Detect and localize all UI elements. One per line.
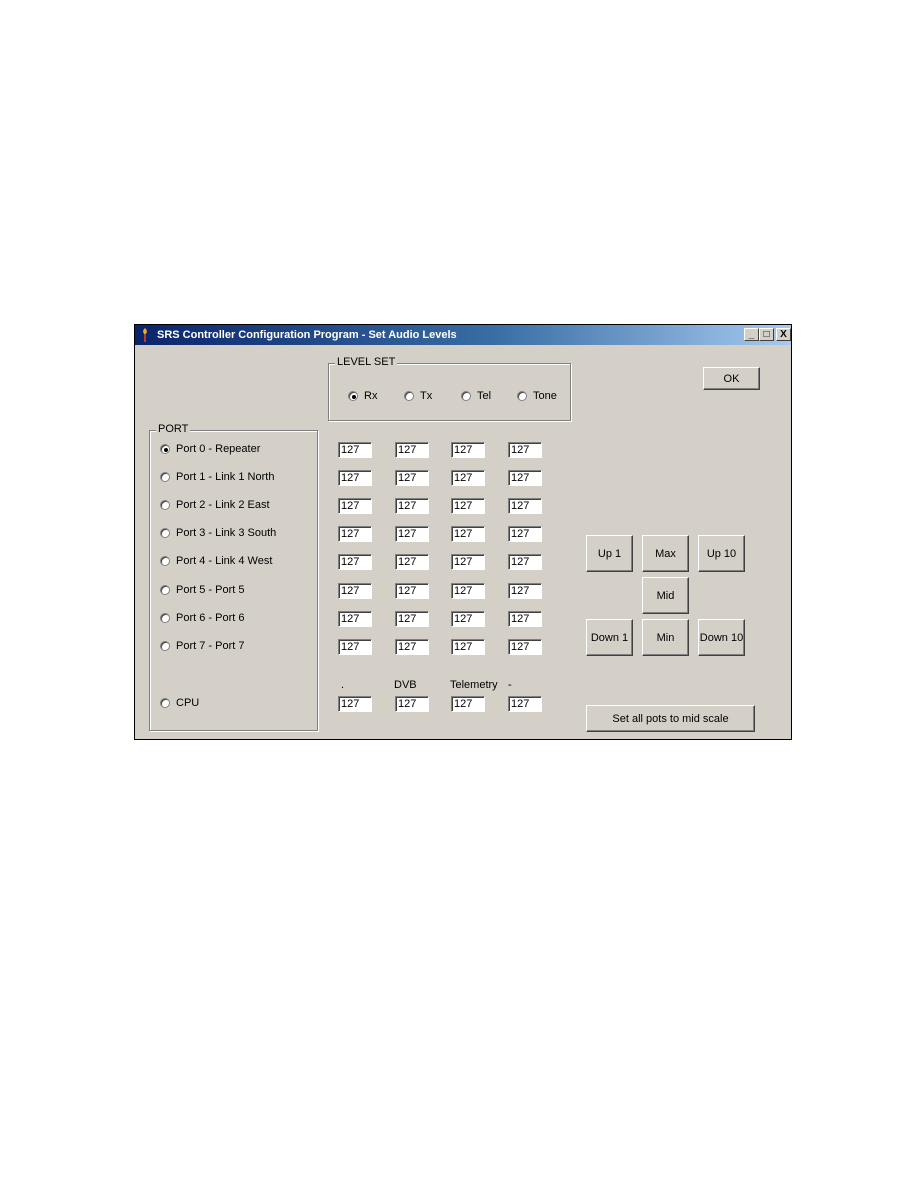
radio-port-label: Port 3 - Link 3 South bbox=[176, 527, 277, 539]
level-field-port6-col2[interactable]: 127 bbox=[451, 611, 485, 627]
level-field-port7-col0[interactable]: 127 bbox=[338, 639, 372, 655]
max-button[interactable]: Max bbox=[642, 535, 689, 572]
radio-circle-icon bbox=[160, 444, 170, 454]
cpu-col-label-dvb: DVB bbox=[394, 679, 417, 691]
radio-port-label: Port 2 - Link 2 East bbox=[176, 499, 270, 511]
cpu-col-label-4: - bbox=[508, 679, 512, 691]
ok-button[interactable]: OK bbox=[703, 367, 760, 390]
radio-port-label: Port 5 - Port 5 bbox=[176, 584, 245, 596]
radio-port-6[interactable]: Port 6 - Port 6 bbox=[160, 612, 244, 624]
window-title: SRS Controller Configuration Program - S… bbox=[157, 329, 457, 341]
level-field-port4-col1[interactable]: 127 bbox=[395, 554, 429, 570]
radio-port-label: Port 1 - Link 1 North bbox=[176, 471, 275, 483]
radio-tone[interactable]: Tone bbox=[517, 390, 557, 402]
radio-circle-icon bbox=[404, 391, 414, 401]
level-field-port2-col2[interactable]: 127 bbox=[451, 498, 485, 514]
level-field-port3-col3[interactable]: 127 bbox=[508, 526, 542, 542]
level-field-port6-col0[interactable]: 127 bbox=[338, 611, 372, 627]
cpu-col-label-1: . bbox=[341, 679, 345, 691]
radio-port-7[interactable]: Port 7 - Port 7 bbox=[160, 640, 244, 652]
level-field-port6-col1[interactable]: 127 bbox=[395, 611, 429, 627]
radio-port-5[interactable]: Port 5 - Port 5 bbox=[160, 584, 244, 596]
radio-circle-icon bbox=[160, 472, 170, 482]
set-all-mid-button[interactable]: Set all pots to mid scale bbox=[586, 705, 755, 732]
down-1-button[interactable]: Down 1 bbox=[586, 619, 633, 656]
level-field-port4-col3[interactable]: 127 bbox=[508, 554, 542, 570]
radio-port-8[interactable]: CPU bbox=[160, 697, 199, 709]
radio-port-label: Port 6 - Port 6 bbox=[176, 612, 245, 624]
down-10-button[interactable]: Down 10 bbox=[698, 619, 745, 656]
level-field-cpu-col0[interactable]: 127 bbox=[338, 696, 372, 712]
radio-rx-label: Rx bbox=[364, 390, 378, 402]
maximize-button[interactable]: □ bbox=[759, 328, 774, 341]
min-button[interactable]: Min bbox=[642, 619, 689, 656]
radio-tx-label: Tx bbox=[420, 390, 433, 402]
radio-port-3[interactable]: Port 3 - Link 3 South bbox=[160, 527, 276, 539]
radio-port-label: Port 7 - Port 7 bbox=[176, 640, 245, 652]
radio-tx[interactable]: Tx bbox=[404, 390, 432, 402]
radio-circle-icon bbox=[160, 698, 170, 708]
radio-port-label: Port 0 - Repeater bbox=[176, 443, 261, 455]
radio-circle-icon bbox=[160, 556, 170, 566]
level-field-port0-col3[interactable]: 127 bbox=[508, 442, 542, 458]
cpu-col-label-telemetry: Telemetry bbox=[450, 679, 498, 691]
radio-circle-icon bbox=[160, 613, 170, 623]
mid-button[interactable]: Mid bbox=[642, 577, 689, 614]
level-field-port3-col2[interactable]: 127 bbox=[451, 526, 485, 542]
level-field-port6-col3[interactable]: 127 bbox=[508, 611, 542, 627]
level-field-port0-col2[interactable]: 127 bbox=[451, 442, 485, 458]
level-field-cpu-col2[interactable]: 127 bbox=[451, 696, 485, 712]
level-field-port5-col1[interactable]: 127 bbox=[395, 583, 429, 599]
level-field-port0-col1[interactable]: 127 bbox=[395, 442, 429, 458]
radio-port-2[interactable]: Port 2 - Link 2 East bbox=[160, 499, 270, 511]
level-field-port0-col0[interactable]: 127 bbox=[338, 442, 372, 458]
radio-tone-label: Tone bbox=[533, 390, 557, 402]
radio-port-label: CPU bbox=[176, 697, 200, 709]
level-field-port7-col1[interactable]: 127 bbox=[395, 639, 429, 655]
level-field-cpu-col1[interactable]: 127 bbox=[395, 696, 429, 712]
minimize-button[interactable]: _ bbox=[744, 328, 759, 341]
radio-circle-icon bbox=[517, 391, 527, 401]
level-field-port7-col2[interactable]: 127 bbox=[451, 639, 485, 655]
radio-port-4[interactable]: Port 4 - Link 4 West bbox=[160, 555, 272, 567]
level-field-port1-col3[interactable]: 127 bbox=[508, 470, 542, 486]
app-torch-icon bbox=[143, 328, 147, 342]
set-audio-levels-window: SRS Controller Configuration Program - S… bbox=[134, 324, 792, 740]
radio-port-1[interactable]: Port 1 - Link 1 North bbox=[160, 471, 274, 483]
level-field-port5-col3[interactable]: 127 bbox=[508, 583, 542, 599]
level-field-port5-col0[interactable]: 127 bbox=[338, 583, 372, 599]
radio-port-0[interactable]: Port 0 - Repeater bbox=[160, 443, 260, 455]
up-1-button[interactable]: Up 1 bbox=[586, 535, 633, 572]
radio-port-label: Port 4 - Link 4 West bbox=[176, 555, 273, 567]
level-field-port3-col1[interactable]: 127 bbox=[395, 526, 429, 542]
level-field-port2-col1[interactable]: 127 bbox=[395, 498, 429, 514]
radio-circle-icon bbox=[160, 528, 170, 538]
level-field-port4-col2[interactable]: 127 bbox=[451, 554, 485, 570]
title-bar[interactable]: SRS Controller Configuration Program - S… bbox=[135, 325, 791, 345]
radio-circle-icon bbox=[160, 585, 170, 595]
level-field-port7-col3[interactable]: 127 bbox=[508, 639, 542, 655]
radio-circle-icon bbox=[160, 641, 170, 651]
radio-tel[interactable]: Tel bbox=[461, 390, 491, 402]
level-field-port5-col2[interactable]: 127 bbox=[451, 583, 485, 599]
radio-circle-icon bbox=[461, 391, 471, 401]
level-field-port1-col0[interactable]: 127 bbox=[338, 470, 372, 486]
radio-rx[interactable]: Rx bbox=[348, 390, 377, 402]
port-label: PORT bbox=[156, 423, 191, 435]
radio-tel-label: Tel bbox=[477, 390, 492, 402]
level-field-port1-col1[interactable]: 127 bbox=[395, 470, 429, 486]
close-button[interactable]: X bbox=[776, 328, 791, 341]
radio-circle-icon bbox=[160, 500, 170, 510]
level-field-port2-col0[interactable]: 127 bbox=[338, 498, 372, 514]
level-field-port3-col0[interactable]: 127 bbox=[338, 526, 372, 542]
level-set-label: LEVEL SET bbox=[335, 356, 398, 368]
level-field-port4-col0[interactable]: 127 bbox=[338, 554, 372, 570]
radio-circle-icon bbox=[348, 391, 358, 401]
level-field-port2-col3[interactable]: 127 bbox=[508, 498, 542, 514]
up-10-button[interactable]: Up 10 bbox=[698, 535, 745, 572]
level-field-port1-col2[interactable]: 127 bbox=[451, 470, 485, 486]
level-field-cpu-col3[interactable]: 127 bbox=[508, 696, 542, 712]
